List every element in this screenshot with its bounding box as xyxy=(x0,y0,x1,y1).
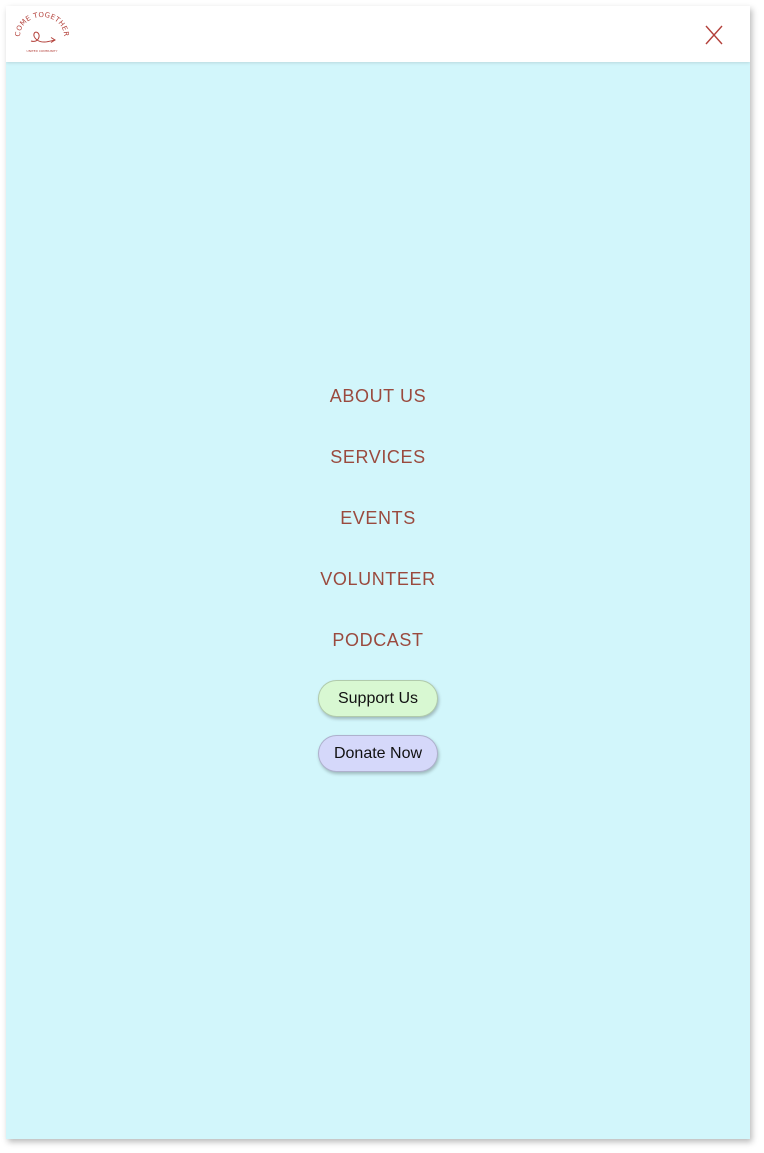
close-menu-button[interactable] xyxy=(698,20,730,52)
nav-link-volunteer[interactable]: VOLUNTEER xyxy=(320,555,435,616)
nav-link-services[interactable]: SERVICES xyxy=(330,433,426,494)
close-icon xyxy=(705,25,723,45)
main-menu: ABOUT US SERVICES EVENTS VOLUNTEER PODCA… xyxy=(6,372,750,772)
nav-link-about-us[interactable]: ABOUT US xyxy=(330,372,427,433)
donate-now-button[interactable]: Donate Now xyxy=(318,735,438,772)
logo-arc-text: COME TOGETHER xyxy=(14,12,70,37)
site-header: COME TOGETHER UNITED COMMUNITY xyxy=(6,6,750,62)
logo-mark: COME TOGETHER UNITED COMMUNITY xyxy=(14,11,70,53)
nav-link-events[interactable]: EVENTS xyxy=(340,494,416,555)
logo-subtitle: UNITED COMMUNITY xyxy=(27,49,58,53)
support-us-button[interactable]: Support Us xyxy=(318,680,438,717)
site-logo[interactable]: COME TOGETHER UNITED COMMUNITY xyxy=(14,11,70,56)
mobile-menu-overlay: COME TOGETHER UNITED COMMUNITY ABOUT US … xyxy=(6,6,750,1139)
nav-link-podcast[interactable]: PODCAST xyxy=(332,616,423,677)
